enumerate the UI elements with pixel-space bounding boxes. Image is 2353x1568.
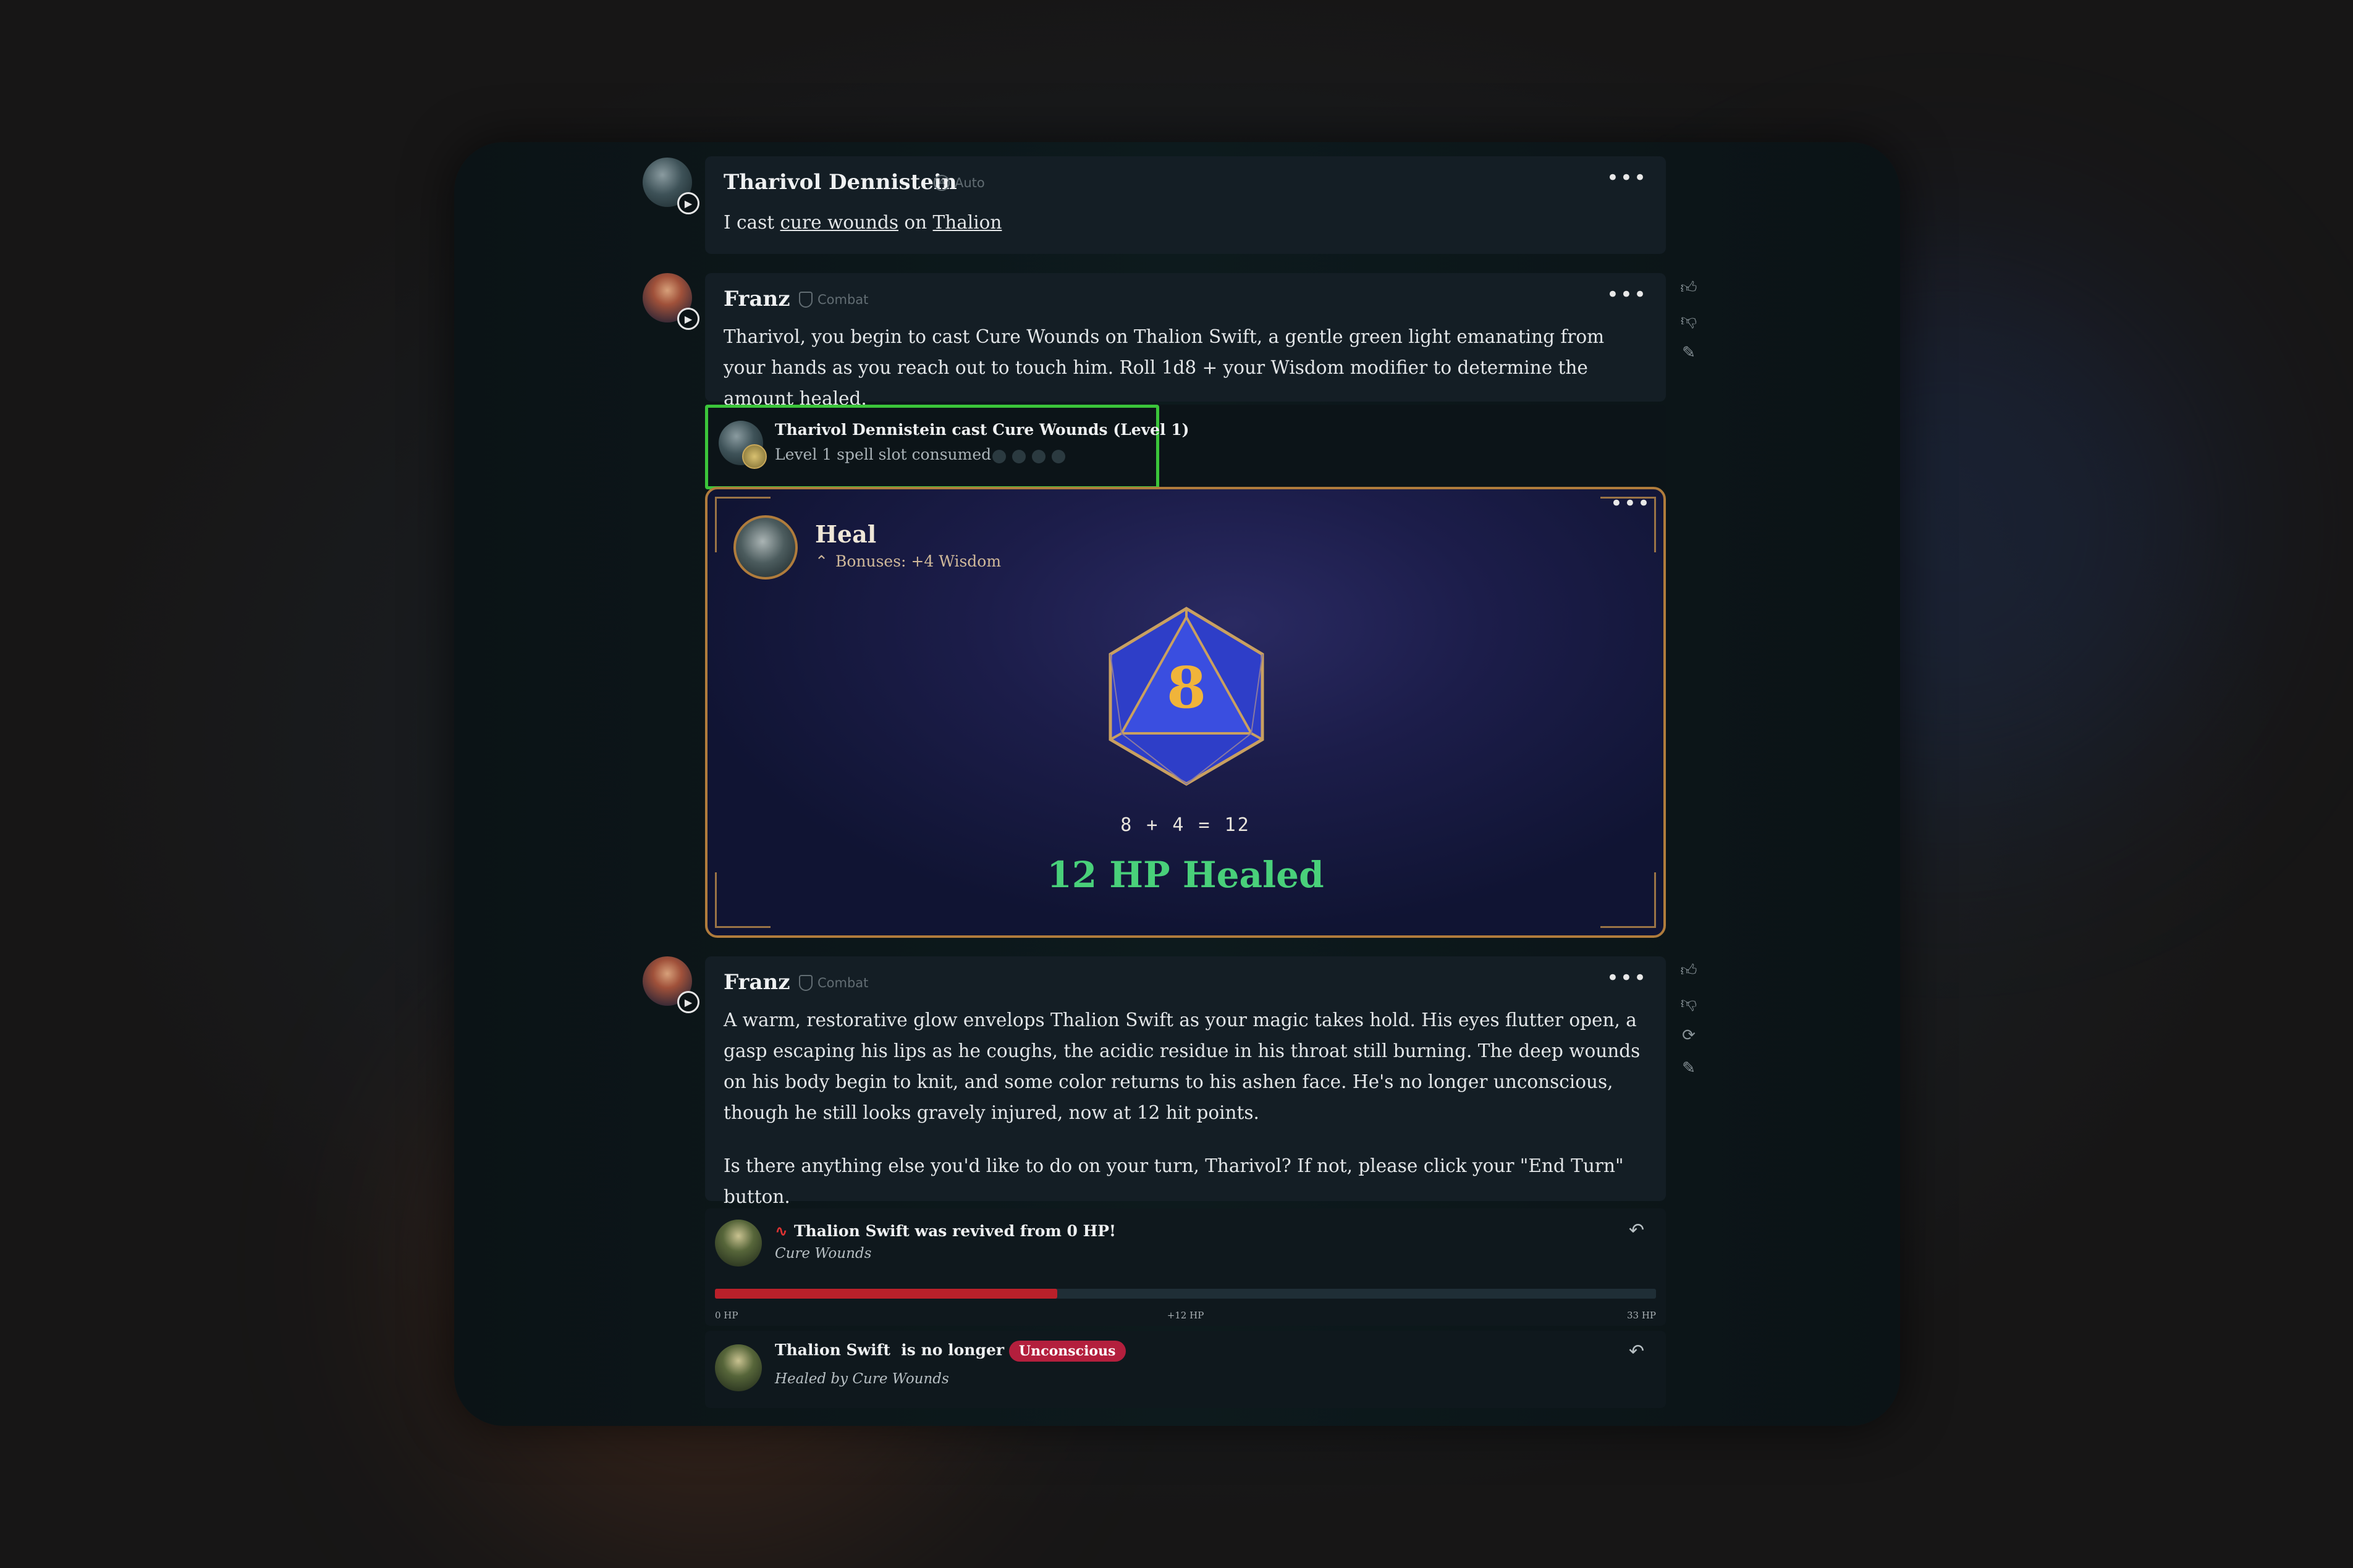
spell-slot bbox=[992, 450, 1006, 463]
spell-slot bbox=[1052, 450, 1065, 463]
message-author: Franz bbox=[724, 287, 790, 311]
thumbs-up-icon[interactable]: 👍︎ bbox=[1679, 961, 1698, 980]
hp-max-label: 33 HP bbox=[1626, 1310, 1656, 1321]
revive-title: ∿ Thalion Swift was revived from 0 HP! bbox=[775, 1222, 1116, 1240]
auto-tag: A Auto bbox=[934, 175, 985, 191]
dm-message: Franz Combat ••• Tharivol, you begin to … bbox=[705, 273, 1666, 409]
target-avatar bbox=[715, 1220, 762, 1267]
condition-title: Thalion Swift is no longer Unconscious bbox=[775, 1341, 1126, 1362]
more-icon[interactable]: ••• bbox=[1607, 167, 1647, 188]
message-text: I cast cure wounds on Thalion bbox=[724, 207, 1641, 238]
pulse-icon: ∿ bbox=[775, 1222, 788, 1240]
edit-icon[interactable]: ✎ bbox=[1679, 344, 1698, 362]
message-author: Tharivol Dennistein bbox=[724, 170, 957, 195]
caster-avatar bbox=[719, 421, 767, 469]
target-avatar bbox=[715, 1344, 762, 1391]
spell-cast-notice: Tharivol Dennistein cast Cure Wounds (Le… bbox=[705, 405, 1666, 489]
play-icon[interactable]: ▶ bbox=[677, 192, 699, 214]
auto-icon: A bbox=[934, 175, 950, 191]
text-segment: I cast bbox=[724, 212, 780, 233]
undo-icon[interactable]: ↶ bbox=[1629, 1220, 1644, 1241]
play-icon[interactable]: ▶ bbox=[677, 308, 699, 330]
revive-title-text: Thalion Swift was revived from 0 HP! bbox=[793, 1222, 1117, 1240]
bonus-text: Bonuses: +4 Wisdom bbox=[835, 552, 1002, 570]
hp-bar bbox=[715, 1289, 1656, 1299]
status-badge: Unconscious bbox=[1009, 1341, 1126, 1362]
spell-slot bbox=[1012, 450, 1026, 463]
undo-icon[interactable]: ↶ bbox=[1629, 1341, 1644, 1362]
thumbs-down-icon[interactable]: 👎︎ bbox=[1679, 311, 1698, 330]
shield-icon bbox=[799, 292, 813, 308]
heal-roll-card: ••• Heal ⌃ Bonuses: +4 Wisdom 8 8 + 4 = 1… bbox=[705, 487, 1666, 938]
text-segment: on bbox=[898, 212, 933, 233]
d8-die: 8 bbox=[1109, 607, 1264, 786]
condition-title-text: Thalion Swift is no longer bbox=[775, 1341, 1005, 1359]
more-icon[interactable]: ••• bbox=[1607, 284, 1647, 305]
message-text: A warm, restorative glow envelops Thalio… bbox=[724, 1010, 1641, 1123]
roll-bonus: ⌃ Bonuses: +4 Wisdom bbox=[815, 552, 1001, 570]
revive-subtitle: Cure Wounds bbox=[775, 1246, 872, 1262]
spell-link[interactable]: cure wounds bbox=[780, 212, 899, 233]
combat-tag: Combat bbox=[799, 975, 868, 991]
tag-label: Combat bbox=[817, 976, 869, 990]
target-link[interactable]: Thalion bbox=[933, 212, 1002, 233]
edit-icon[interactable]: ✎ bbox=[1679, 1059, 1698, 1077]
tag-label: Auto bbox=[955, 175, 985, 190]
more-icon[interactable]: ••• bbox=[1610, 493, 1651, 514]
dm-message: Franz Combat ••• A warm, restorative glo… bbox=[705, 956, 1666, 1207]
regenerate-icon[interactable]: ⟳ bbox=[1679, 1026, 1698, 1045]
avatar[interactable]: ▶ bbox=[643, 956, 699, 1013]
heal-result: 12 HP Healed bbox=[1047, 854, 1324, 896]
condition-subtitle: Healed by Cure Wounds bbox=[775, 1371, 949, 1387]
spell-subtitle: Level 1 spell slot consumed bbox=[775, 445, 992, 463]
caster-portrait bbox=[733, 515, 798, 580]
avatar-image bbox=[715, 1220, 762, 1267]
message-author: Franz bbox=[724, 970, 790, 995]
thumbs-up-icon[interactable]: 👍︎ bbox=[1679, 278, 1698, 297]
message-text: Is there anything else you'd like to do … bbox=[724, 1155, 1624, 1207]
avatar[interactable]: ▶ bbox=[643, 273, 699, 330]
hp-gain-label: +12 HP bbox=[1167, 1310, 1204, 1321]
spell-title: Tharivol Dennistein cast Cure Wounds (Le… bbox=[775, 421, 1189, 439]
condition-event: Thalion Swift is no longer Unconscious He… bbox=[705, 1331, 1666, 1408]
shield-icon bbox=[799, 975, 813, 991]
combat-tag: Combat bbox=[799, 292, 868, 308]
roll-equation: 8 + 4 = 12 bbox=[1120, 814, 1251, 836]
revive-event: ∿ Thalion Swift was revived from 0 HP! Cu… bbox=[705, 1208, 1666, 1326]
spell-icon bbox=[742, 444, 767, 469]
spell-slot bbox=[1032, 450, 1046, 463]
tag-label: Combat bbox=[817, 292, 869, 307]
avatar-image bbox=[715, 1344, 762, 1391]
die-value: 8 bbox=[1167, 654, 1206, 721]
avatar[interactable]: ▶ bbox=[643, 158, 699, 214]
roll-title: Heal bbox=[815, 520, 877, 548]
chevron-up-icon: ⌃ bbox=[815, 552, 828, 570]
player-message: Tharivol Dennistein A Auto ••• I cast cu… bbox=[705, 156, 1666, 254]
thumbs-down-icon[interactable]: 👎︎ bbox=[1679, 993, 1698, 1013]
hp-bar-fill bbox=[715, 1289, 1058, 1299]
play-icon[interactable]: ▶ bbox=[677, 991, 699, 1013]
message-text: Tharivol, you begin to cast Cure Wounds … bbox=[724, 326, 1605, 409]
more-icon[interactable]: ••• bbox=[1607, 967, 1647, 988]
